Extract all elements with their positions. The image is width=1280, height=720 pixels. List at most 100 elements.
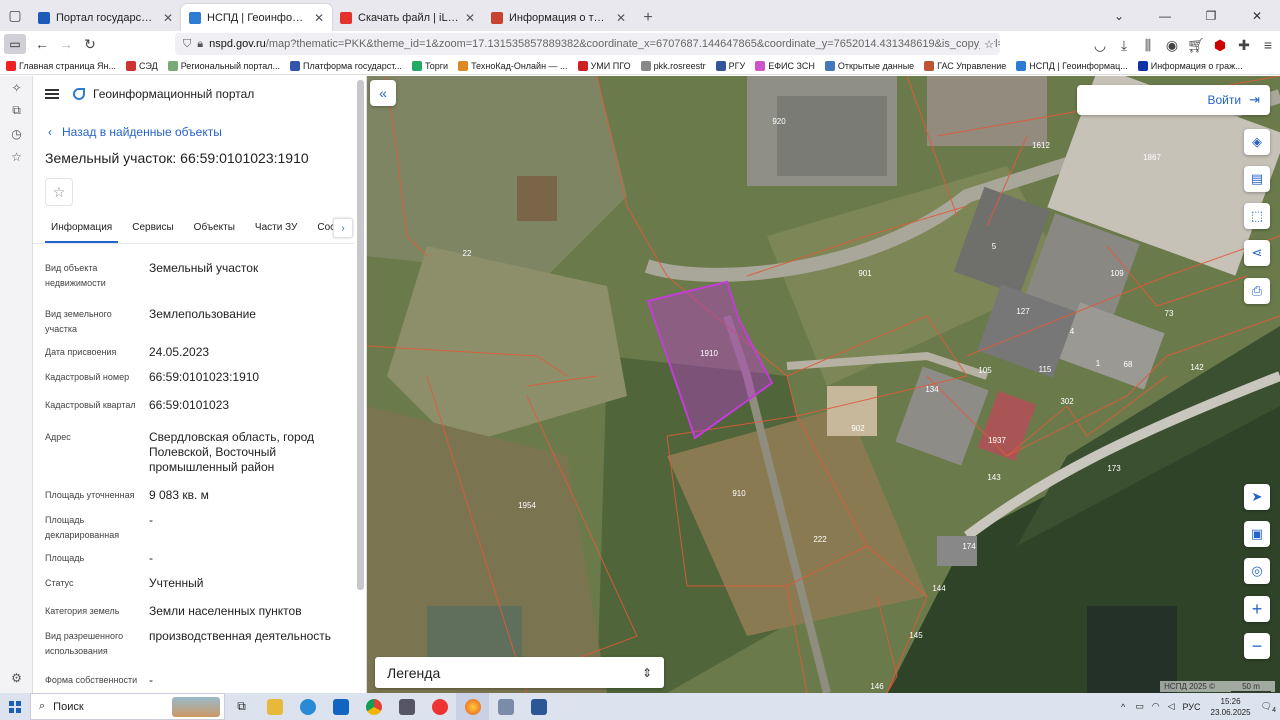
browser-tab[interactable]: Информация о торгах — Главн ✕ bbox=[483, 4, 634, 31]
close-tab-icon[interactable]: ✕ bbox=[163, 11, 173, 25]
bookmarks-icon[interactable]: ☆ bbox=[0, 145, 33, 168]
chevron-left-icon: ‹ bbox=[48, 125, 52, 139]
file-explorer-icon[interactable] bbox=[258, 693, 291, 720]
bookmark-item[interactable]: Главная страница Ян... bbox=[6, 60, 116, 71]
zoom-in-button[interactable]: + bbox=[1244, 596, 1270, 622]
history-icon[interactable]: ◷ bbox=[0, 122, 33, 145]
notifications-icon[interactable]: 🗨︎ 4 bbox=[1261, 701, 1276, 714]
ai-sparkle-icon[interactable]: ✧ bbox=[0, 76, 33, 99]
tabs-scroll-right-button[interactable]: › bbox=[333, 218, 353, 238]
settings-gear-icon[interactable]: ⚙ bbox=[0, 666, 33, 689]
back-to-results-link[interactable]: ‹ Назад в найденные объекты bbox=[33, 122, 366, 142]
library-icon[interactable]: ⫼ bbox=[1136, 33, 1160, 57]
favorite-star-button[interactable]: ☆ bbox=[45, 178, 73, 206]
new-tab-button[interactable]: + bbox=[634, 4, 662, 31]
login-button[interactable]: Войти ⇥ bbox=[1077, 85, 1270, 115]
browser-tab[interactable]: Скачать файл | iLovePDF ✕ bbox=[332, 4, 483, 31]
share-button[interactable]: ⋖ bbox=[1244, 240, 1270, 266]
bookmark-item[interactable]: УМИ ПГО bbox=[577, 60, 631, 71]
ruler-button[interactable]: ▤ bbox=[1244, 166, 1270, 192]
panel-scrollbar[interactable] bbox=[357, 80, 364, 590]
collapse-panel-button[interactable]: « bbox=[370, 80, 396, 106]
browser-tab[interactable]: НСПД | Геоинформационный ✕ bbox=[181, 4, 332, 31]
portal-title: Геоинформационный портал bbox=[93, 87, 255, 101]
close-window-icon[interactable]: ✕ bbox=[1234, 9, 1280, 23]
close-tab-icon[interactable]: ✕ bbox=[314, 11, 324, 25]
bookmark-item[interactable]: pkk.rosreestr bbox=[640, 60, 706, 71]
bookmark-item[interactable]: Платформа государст... bbox=[289, 60, 402, 71]
layers-button[interactable]: ◈ bbox=[1244, 129, 1270, 155]
bookmark-item[interactable]: ГАС Управление bbox=[924, 60, 1006, 71]
volume-icon[interactable]: ◁ bbox=[1168, 701, 1175, 712]
minimap-button[interactable]: ▣ bbox=[1244, 521, 1270, 547]
language-indicator[interactable]: РУС bbox=[1182, 702, 1200, 712]
forward-arrow-icon[interactable]: → bbox=[54, 32, 78, 56]
downloads-icon[interactable]: ⤓ bbox=[1112, 33, 1136, 57]
panel-tab[interactable]: Информация bbox=[45, 222, 119, 243]
reload-icon[interactable]: ↻ bbox=[78, 32, 102, 56]
map-view[interactable]: 920 1612 1867 22 901 5 109 1910 127 4 73 134 105 115 1… bbox=[367, 76, 1280, 693]
minus-icon: − bbox=[1251, 635, 1263, 656]
print-button[interactable]: ⎙ bbox=[1244, 278, 1270, 304]
pocket-icon[interactable]: ◡ bbox=[1088, 33, 1112, 57]
start-button[interactable] bbox=[0, 693, 30, 720]
property-label: Категория земель bbox=[45, 606, 120, 616]
bookmark-item[interactable]: Открытые данные bbox=[824, 60, 914, 71]
mail-icon[interactable] bbox=[390, 693, 423, 720]
browser-tab[interactable]: Портал государственных услуг ✕ bbox=[30, 4, 181, 31]
bookmark-item[interactable]: Торги bbox=[411, 60, 448, 71]
zoom-out-button[interactable]: − bbox=[1244, 633, 1270, 659]
synced-tabs-icon[interactable]: ⧉ bbox=[0, 99, 33, 122]
locate-button[interactable]: ◎ bbox=[1244, 558, 1270, 584]
parcel-number-label: 1867 bbox=[1143, 153, 1161, 162]
panel-tab[interactable]: Части ЗУ bbox=[249, 222, 303, 243]
chrome-icon[interactable] bbox=[357, 693, 390, 720]
property-value: - bbox=[149, 513, 153, 527]
bookmark-favicon-icon bbox=[577, 60, 588, 71]
task-view-icon[interactable]: ⧉ bbox=[225, 693, 258, 720]
wifi-icon[interactable]: ◠ bbox=[1152, 701, 1160, 712]
bookmark-item[interactable]: ТехноКад-Онлайн — ... bbox=[458, 60, 568, 71]
tab-overflow-icon[interactable]: ⌄ bbox=[1096, 9, 1142, 23]
close-tab-icon[interactable]: ✕ bbox=[616, 11, 626, 25]
geolocation-button[interactable]: ➤ bbox=[1244, 484, 1270, 510]
bookmark-item[interactable]: СЭД bbox=[126, 60, 158, 71]
tray-overflow-icon[interactable]: ^ bbox=[1121, 702, 1125, 712]
satellite-map[interactable]: 920161218672290151091910127473134105 1151… bbox=[367, 76, 1280, 693]
panel-tab[interactable]: Объекты bbox=[188, 222, 241, 243]
minimize-icon[interactable]: — bbox=[1142, 9, 1188, 23]
outlook-icon[interactable] bbox=[324, 693, 357, 720]
sidebar-toggle-icon[interactable]: ▭ bbox=[4, 34, 26, 54]
cart-icon[interactable]: 🛒︎ bbox=[1184, 33, 1208, 57]
close-tab-icon[interactable]: ✕ bbox=[465, 11, 475, 25]
menu-icon[interactable]: ≡ bbox=[1256, 33, 1280, 57]
bookmark-item[interactable]: Региональный портал... bbox=[167, 60, 280, 71]
address-bar[interactable]: ⛉ 🔒︎ nspd.gov.ru/map?thematic=PKK&theme_… bbox=[175, 33, 1000, 55]
extensions-icon[interactable]: ✚ bbox=[1232, 33, 1256, 57]
photos-icon[interactable] bbox=[489, 693, 522, 720]
hamburger-menu-icon[interactable] bbox=[45, 89, 59, 99]
restore-icon[interactable]: ❐ bbox=[1188, 9, 1234, 23]
extension-shield-icon[interactable]: ⬢ bbox=[1208, 33, 1232, 57]
back-arrow-icon[interactable]: ← bbox=[30, 32, 54, 56]
clock[interactable]: 15:26 23.06.2025 bbox=[1211, 696, 1251, 718]
bookmark-item[interactable]: Информация о граж... bbox=[1137, 60, 1243, 71]
firefox-icon[interactable] bbox=[456, 693, 489, 720]
word-document-icon[interactable] bbox=[522, 693, 555, 720]
select-area-button[interactable]: ⬚ bbox=[1244, 203, 1270, 229]
taskbar-search[interactable]: ⌕ Поиск bbox=[30, 693, 225, 720]
parcel-number-label: 1910 bbox=[700, 349, 718, 358]
yandex-browser-icon[interactable] bbox=[423, 693, 456, 720]
bookmark-star-icon[interactable]: ☆ bbox=[980, 37, 994, 51]
bookmark-item[interactable]: НСПД | Геоинформац... bbox=[1016, 60, 1128, 71]
legend-dropdown[interactable]: Легенда ⇕ bbox=[375, 657, 664, 688]
bookmark-item[interactable]: РГУ bbox=[715, 60, 745, 71]
bookmark-item[interactable]: ЕФИС ЗСН bbox=[755, 60, 815, 71]
account-icon[interactable]: ◉ bbox=[1160, 33, 1184, 57]
panel-tab[interactable]: Сервисы bbox=[126, 222, 179, 243]
edge-icon[interactable] bbox=[291, 693, 324, 720]
tab-list-icon[interactable]: ▢ bbox=[0, 0, 30, 31]
network-icon[interactable]: ▭ bbox=[1135, 701, 1144, 712]
object-title: Земельный участок: 66:59:0101023:1910 bbox=[45, 150, 309, 166]
parcel-number-label: 1954 bbox=[518, 501, 536, 510]
